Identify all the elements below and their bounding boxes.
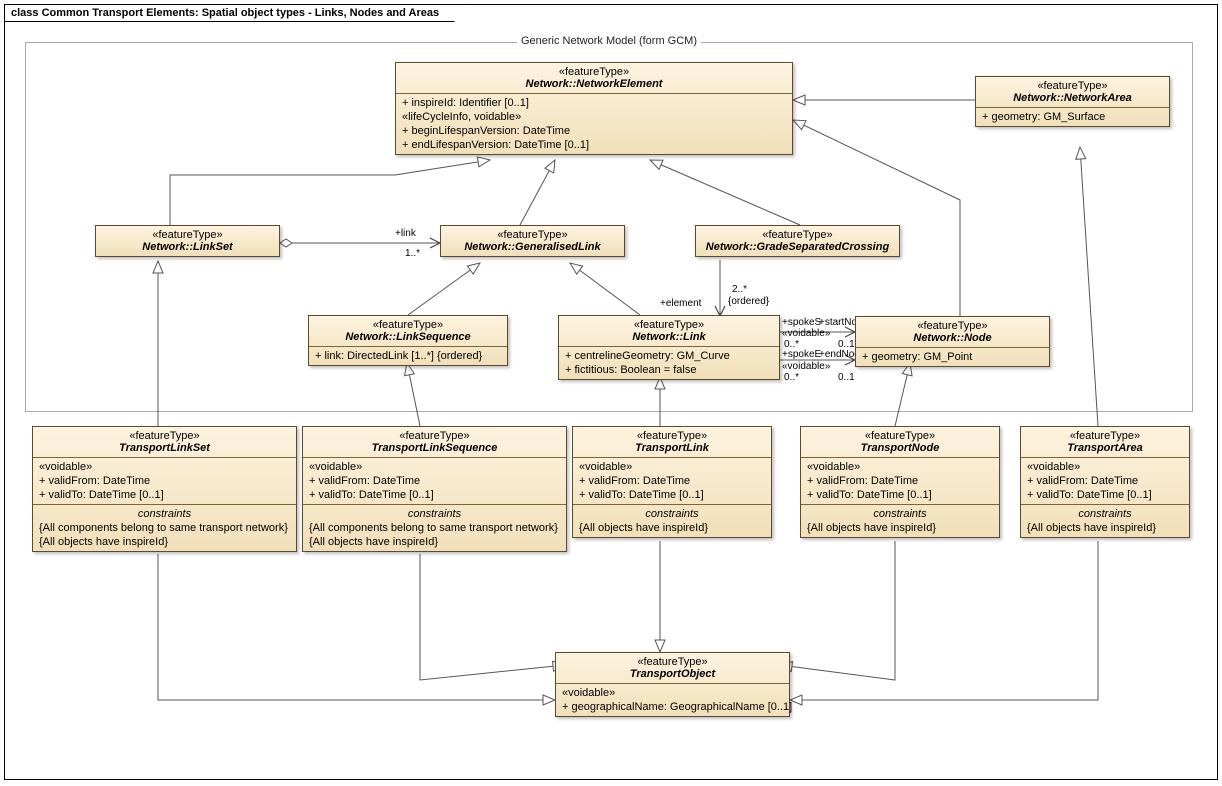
class-TransportLinkSet: «featureType» TransportLinkSet «voidable… <box>32 426 297 552</box>
constraints-head: constraints <box>39 507 290 521</box>
stereo: «featureType» <box>805 430 995 442</box>
attr: + validTo: DateTime [0..1] <box>309 488 560 502</box>
class-TransportNode: «featureType» TransportNode «voidable» +… <box>800 426 1000 538</box>
stereo: «featureType» <box>1025 430 1185 442</box>
class-NetworkArea: «featureType» Network::NetworkArea + geo… <box>975 76 1170 127</box>
constraints-head: constraints <box>309 507 560 521</box>
assoc-spokeS: +spokeS <box>782 317 821 328</box>
class-Node: «featureType» Network::Node + geometry: … <box>855 316 1050 367</box>
name: TransportArea <box>1025 442 1185 454</box>
stereo: «featureType» <box>980 80 1165 92</box>
constraint: {All objects have inspireId} <box>807 521 993 535</box>
stereo: «featureType» <box>400 66 788 78</box>
voidable-group: «voidable» <box>579 460 765 474</box>
assoc-voidable1: «voidable» <box>782 328 830 339</box>
class-GeneralisedLink: «featureType» Network::GeneralisedLink <box>440 225 625 257</box>
attr-group: «lifeCycleInfo, voidable» <box>402 110 786 124</box>
voidable-group: «voidable» <box>807 460 993 474</box>
attr: + validTo: DateTime [0..1] <box>39 488 290 502</box>
stereo: «featureType» <box>577 430 767 442</box>
constraints-head: constraints <box>1027 507 1183 521</box>
name: TransportNode <box>805 442 995 454</box>
attr: + geometry: GM_Surface <box>982 110 1163 124</box>
stereo: «featureType» <box>100 229 275 241</box>
assoc-voidable2: «voidable» <box>782 361 830 372</box>
class-Link: «featureType» Network::Link + centreline… <box>558 315 780 380</box>
name: Network::LinkSequence <box>313 331 503 343</box>
stereo: «featureType» <box>37 430 292 442</box>
stereo: «featureType» <box>313 319 503 331</box>
assoc-element-mult: 2..* <box>732 284 747 295</box>
assoc-m0s-2: 0..* <box>784 372 799 383</box>
assoc-spokeE: +spokeE <box>782 349 821 360</box>
class-LinkSet: «featureType» Network::LinkSet <box>95 225 280 257</box>
stereo: «featureType» <box>560 656 785 668</box>
voidable-group: «voidable» <box>1027 460 1183 474</box>
attr: + endLifespanVersion: DateTime [0..1] <box>402 138 786 152</box>
name: Network::Link <box>563 331 775 343</box>
stereo: «featureType» <box>700 229 895 241</box>
class-LinkSequence: «featureType» Network::LinkSequence + li… <box>308 315 508 366</box>
attr: + beginLifespanVersion: DateTime <box>402 124 786 138</box>
attr: + validFrom: DateTime <box>579 474 765 488</box>
assoc-element-role: +element <box>660 298 701 309</box>
name: Network::GeneralisedLink <box>445 241 620 253</box>
attr: + geographicalName: GeographicalName [0.… <box>562 700 783 714</box>
name: TransportLinkSet <box>37 442 292 454</box>
assoc-element-ord: {ordered} <box>728 296 769 307</box>
attr: + validFrom: DateTime <box>39 474 290 488</box>
assoc-m01-2: 0..1 <box>838 372 855 383</box>
stereo: «featureType» <box>445 229 620 241</box>
attr: + validFrom: DateTime <box>309 474 560 488</box>
class-TransportLinkSequence: «featureType» TransportLinkSequence «voi… <box>302 426 567 552</box>
name: Network::GradeSeparatedCrossing <box>700 241 895 253</box>
name: Network::NetworkArea <box>980 92 1165 104</box>
constraints-head: constraints <box>807 507 993 521</box>
constraint: {All objects have inspireId} <box>39 535 290 549</box>
diagram-title: class Common Transport Elements: Spatial… <box>4 4 470 22</box>
name: Network::NetworkElement <box>400 78 788 90</box>
voidable-group: «voidable» <box>562 686 783 700</box>
assoc-link-mult: 1..* <box>405 248 420 259</box>
uml-canvas: class Common Transport Elements: Spatial… <box>0 0 1222 786</box>
attr: + inspireId: Identifier [0..1] <box>402 96 786 110</box>
name: Network::LinkSet <box>100 241 275 253</box>
attr: + validTo: DateTime [0..1] <box>807 488 993 502</box>
name: Network::Node <box>860 332 1045 344</box>
stereo: «featureType» <box>563 319 775 331</box>
class-NetworkElement: «featureType» Network::NetworkElement + … <box>395 62 793 155</box>
attr: + validFrom: DateTime <box>1027 474 1183 488</box>
constraint: {All components belong to same transport… <box>309 521 560 535</box>
attr: + centrelineGeometry: GM_Curve <box>565 349 773 363</box>
attr: + fictitious: Boolean = false <box>565 363 773 377</box>
constraint: {All components belong to same transport… <box>39 521 290 535</box>
constraint: {All objects have inspireId} <box>579 521 765 535</box>
class-TransportLink: «featureType» TransportLink «voidable» +… <box>572 426 772 538</box>
attr: + validTo: DateTime [0..1] <box>1027 488 1183 502</box>
voidable-group: «voidable» <box>39 460 290 474</box>
stereo: «featureType» <box>307 430 562 442</box>
name: TransportLink <box>577 442 767 454</box>
name: TransportLinkSequence <box>307 442 562 454</box>
class-GradeSeparatedCrossing: «featureType» Network::GradeSeparatedCro… <box>695 225 900 257</box>
attr: + validFrom: DateTime <box>807 474 993 488</box>
assoc-link-role: +link <box>395 228 416 239</box>
constraint: {All objects have inspireId} <box>1027 521 1183 535</box>
attr: + validTo: DateTime [0..1] <box>579 488 765 502</box>
attr: + link: DirectedLink [1..*] {ordered} <box>315 349 501 363</box>
constraints-head: constraints <box>579 507 765 521</box>
stereo: «featureType» <box>860 320 1045 332</box>
attr: + geometry: GM_Point <box>862 350 1043 364</box>
voidable-group: «voidable» <box>309 460 560 474</box>
class-TransportObject: «featureType» TransportObject «voidable»… <box>555 652 790 717</box>
name: TransportObject <box>560 668 785 680</box>
gcm-frame-label: Generic Network Model (form GCM) <box>517 35 701 47</box>
class-TransportArea: «featureType» TransportArea «voidable» +… <box>1020 426 1190 538</box>
constraint: {All objects have inspireId} <box>309 535 560 549</box>
